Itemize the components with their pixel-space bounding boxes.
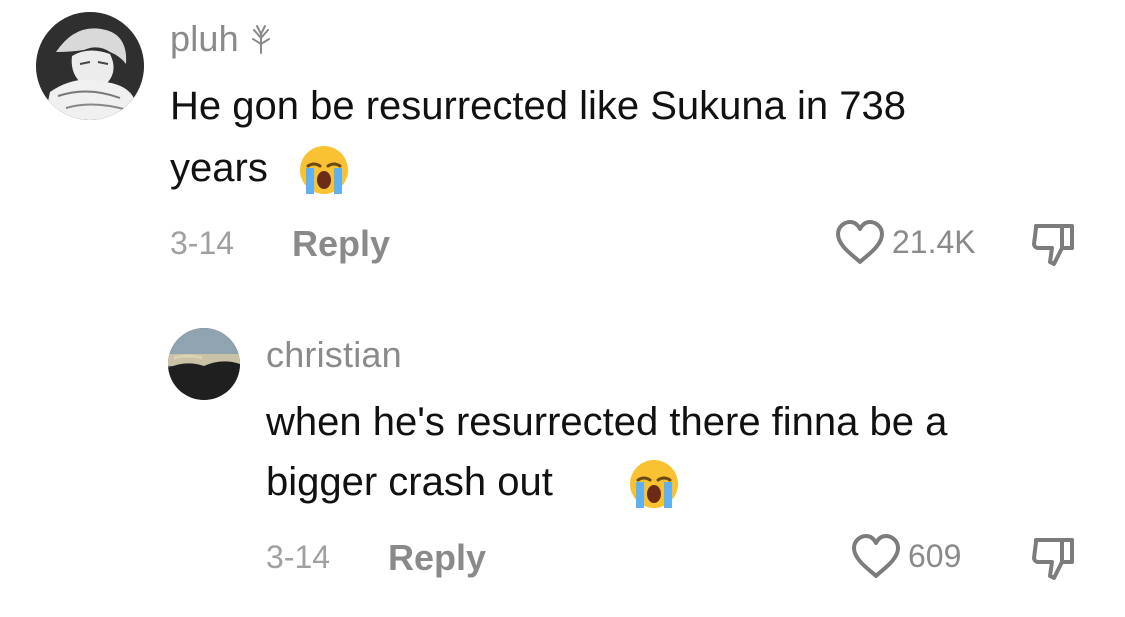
reply-button[interactable]: Reply [388,537,486,579]
comment-text-line: He gon be resurrected like Sukuna in 738 [170,84,907,128]
sunset-landscape-avatar-icon [168,328,240,400]
comment-username[interactable]: christian [266,334,402,376]
heart-outline-icon[interactable] [850,534,902,585]
avatar[interactable] [168,328,240,400]
comment-text-line: years [170,146,268,190]
comment-text-line: when he's resurrected there finna be a [266,400,948,444]
loudly-crying-face-emoji-icon [628,458,680,515]
avatar[interactable] [36,12,144,120]
reply-button[interactable]: Reply [292,223,390,265]
thumbs-down-icon[interactable] [1030,534,1078,587]
tree-sprout-icon [248,24,274,59]
like-count: 609 [908,538,962,574]
anime-character-avatar-icon [36,12,144,120]
comment-text-line: bigger crash out [266,460,553,504]
comment-date: 3-14 [170,225,235,261]
comment-date: 3-14 [266,539,331,575]
thumbs-down-icon[interactable] [1030,220,1078,273]
heart-outline-icon[interactable] [834,220,886,271]
comment-username[interactable]: pluh [170,18,239,60]
loudly-crying-face-emoji-icon [298,144,350,201]
like-count: 21.4K [892,224,976,260]
